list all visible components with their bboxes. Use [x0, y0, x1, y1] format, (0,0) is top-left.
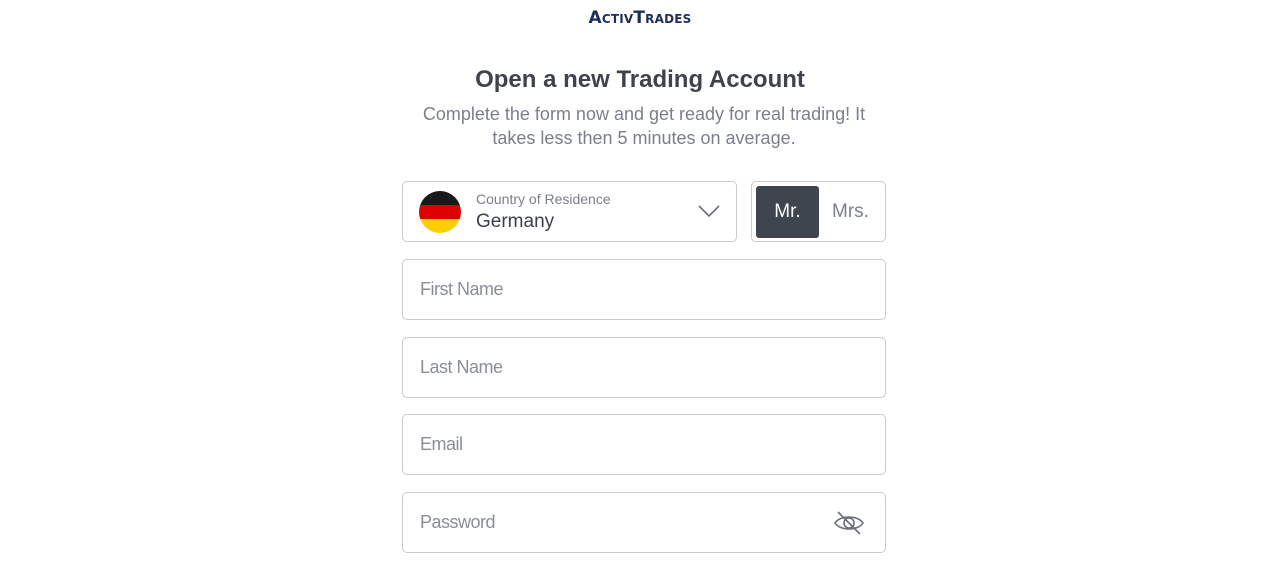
country-label: Country of Residence: [476, 191, 611, 207]
salutation-mrs-button[interactable]: Mrs.: [819, 186, 882, 238]
logo-text: ActivTrades: [588, 8, 692, 28]
page-subtitle: Complete the form now and get ready for …: [422, 104, 866, 148]
email-input[interactable]: [403, 415, 885, 474]
chevron-down-icon: [698, 205, 720, 218]
salutation-mr-button[interactable]: Mr.: [756, 186, 819, 238]
email-field: [402, 414, 886, 475]
page-title: Open a new Trading Account: [475, 66, 805, 93]
salutation-toggle: Mr. Mrs.: [751, 181, 886, 242]
eye-slash-icon[interactable]: [832, 509, 866, 537]
password-input[interactable]: [403, 493, 885, 552]
last-name-field: [402, 337, 886, 398]
brand-logo: ActivTrades: [0, 8, 1280, 28]
germany-flag-icon: [419, 191, 461, 233]
country-select[interactable]: Country of Residence Germany: [402, 181, 737, 242]
password-field: [402, 492, 886, 553]
first-name-field: [402, 259, 886, 320]
country-value: Germany: [476, 211, 555, 232]
first-name-input[interactable]: [403, 260, 885, 319]
last-name-input[interactable]: [403, 338, 885, 397]
